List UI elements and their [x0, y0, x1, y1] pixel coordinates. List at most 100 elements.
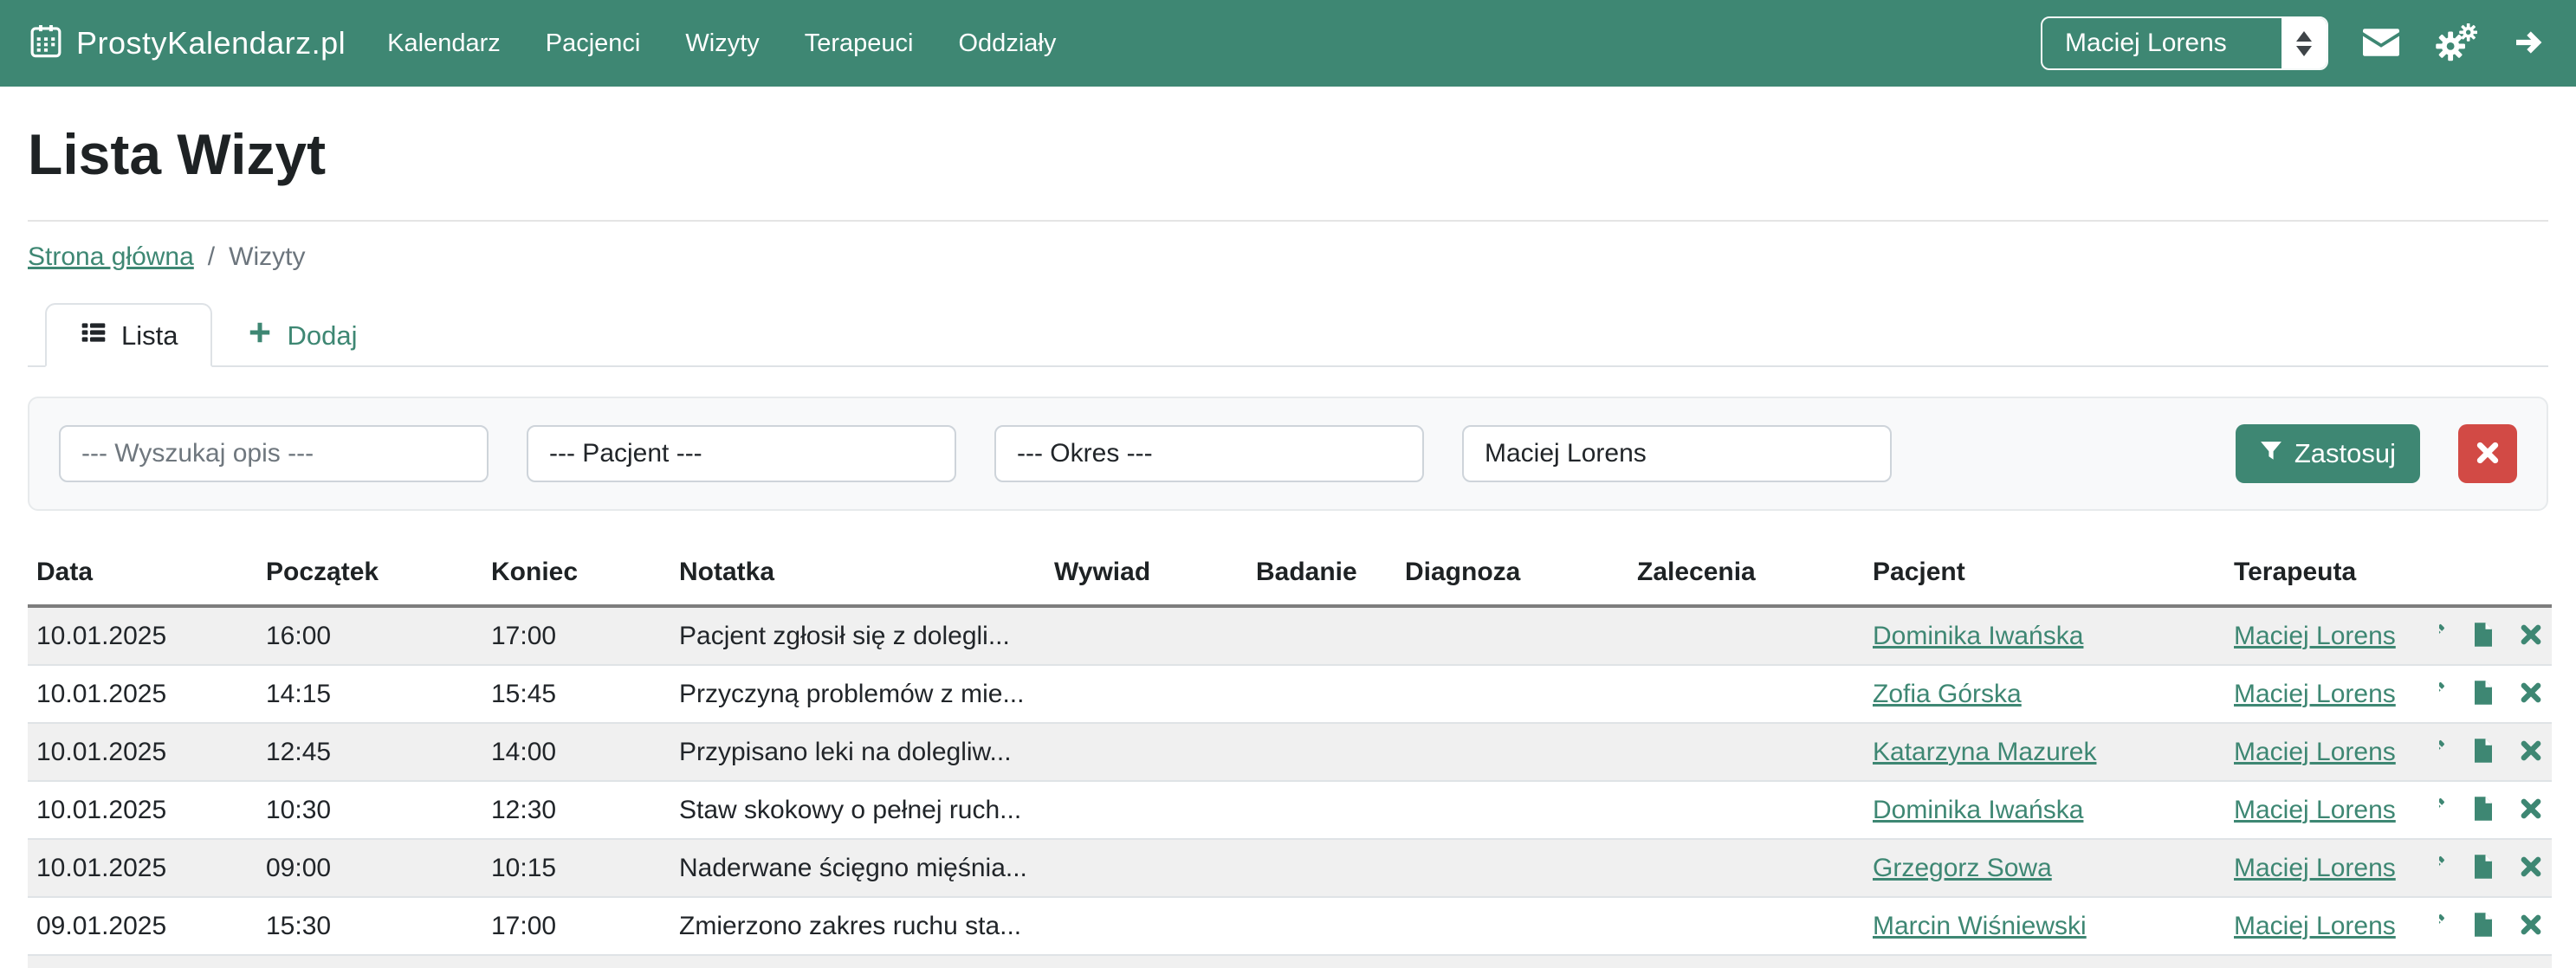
- nav-item-oddzialy[interactable]: Oddziały: [959, 29, 1057, 58]
- header-data: Data: [28, 549, 257, 606]
- cell-actions: [2439, 897, 2552, 955]
- patient-link[interactable]: Marcin Wiśniewski: [1873, 912, 2087, 940]
- patient-select[interactable]: --- Pacjent ---: [527, 425, 956, 482]
- document-button[interactable]: [2470, 679, 2496, 709]
- cell-koniec: 17:00: [482, 897, 670, 955]
- cell-badanie: [1247, 781, 1396, 839]
- edit-button[interactable]: [2439, 737, 2448, 767]
- cell-badanie: [1247, 723, 1396, 781]
- nav-item-kalendarz[interactable]: Kalendarz: [387, 29, 501, 58]
- edit-button[interactable]: [2439, 911, 2448, 941]
- user-select-value: Maciej Lorens: [2042, 18, 2282, 68]
- header-notatka: Notatka: [670, 549, 1045, 606]
- patient-link[interactable]: Katarzyna Mazurek: [1873, 738, 2096, 766]
- therapist-select[interactable]: Maciej Lorens: [1462, 425, 1892, 482]
- document-button[interactable]: [2470, 853, 2496, 883]
- tab-lista-label: Lista: [121, 320, 178, 352]
- x-icon: [2519, 681, 2543, 707]
- cell-badanie: [1247, 955, 1396, 968]
- apply-filters-button[interactable]: Zastosuj: [2236, 424, 2420, 483]
- cell-data: 10.01.2025: [28, 839, 257, 897]
- edit-button[interactable]: [2439, 621, 2448, 651]
- therapist-link[interactable]: Maciej Lorens: [2234, 738, 2396, 766]
- cell-terapeuta: Maciej Lorens: [2225, 955, 2439, 968]
- cell-zalecenia: [1628, 665, 1864, 723]
- delete-button[interactable]: [2519, 797, 2543, 823]
- visits-table: Data Początek Koniec Notatka Wywiad Bada…: [28, 549, 2552, 968]
- table-row: 09.01.202515:3017:00Zmierzono zakres ruc…: [28, 897, 2552, 955]
- main-nav: Kalendarz Pacjenci Wizyty Terapeuci Oddz…: [387, 29, 1056, 58]
- cell-actions: [2439, 781, 2552, 839]
- brand-name: ProstyKalendarz.pl: [76, 25, 346, 61]
- cell-poczatek: 12:45: [257, 723, 482, 781]
- top-navbar: ProstyKalendarz.pl Kalendarz Pacjenci Wi…: [0, 0, 2576, 87]
- delete-button[interactable]: [2519, 913, 2543, 939]
- document-button[interactable]: [2470, 911, 2496, 941]
- cell-koniec: 12:30: [482, 781, 670, 839]
- clear-filters-button[interactable]: [2458, 424, 2517, 483]
- cell-diagnoza: [1396, 897, 1628, 955]
- nav-item-pacjenci[interactable]: Pacjenci: [546, 29, 641, 58]
- delete-button[interactable]: [2519, 623, 2543, 649]
- x-icon: [2519, 855, 2543, 881]
- breadcrumb-home-link[interactable]: Strona główna: [28, 242, 194, 272]
- nav-item-terapeuci[interactable]: Terapeuci: [805, 29, 914, 58]
- cell-zalecenia: [1628, 839, 1864, 897]
- document-button[interactable]: [2470, 621, 2496, 651]
- document-icon: [2470, 737, 2496, 767]
- filter-bar: --- Pacjent --- --- Okres --- Maciej Lor…: [28, 397, 2548, 511]
- filter-funnel-icon: [2260, 438, 2282, 469]
- cell-data: 09.01.2025: [28, 897, 257, 955]
- delete-button[interactable]: [2519, 681, 2543, 707]
- document-icon: [2470, 679, 2496, 709]
- search-description-input[interactable]: [59, 425, 489, 482]
- therapist-link[interactable]: Maciej Lorens: [2234, 622, 2396, 650]
- settings-button[interactable]: [2434, 23, 2477, 64]
- cell-poczatek: 14:15: [257, 665, 482, 723]
- delete-button[interactable]: [2519, 855, 2543, 881]
- table-header: Data Początek Koniec Notatka Wywiad Bada…: [28, 549, 2552, 606]
- document-button[interactable]: [2470, 737, 2496, 767]
- cell-actions: [2439, 665, 2552, 723]
- edit-button[interactable]: [2439, 679, 2448, 709]
- edit-button[interactable]: [2439, 795, 2448, 825]
- cell-pacjent: Grzegorz Sowa: [1864, 839, 2225, 897]
- document-button[interactable]: [2470, 795, 2496, 825]
- patient-link[interactable]: Dominika Iwańska: [1873, 622, 2083, 650]
- delete-button[interactable]: [2519, 739, 2543, 765]
- user-select[interactable]: Maciej Lorens: [2041, 16, 2328, 70]
- cell-koniec: 15:15: [482, 955, 670, 968]
- therapist-link[interactable]: Maciej Lorens: [2234, 912, 2396, 940]
- pencil-icon: [2439, 795, 2448, 825]
- cell-zalecenia: [1628, 897, 1864, 955]
- patient-link[interactable]: Dominika Iwańska: [1873, 796, 2083, 824]
- therapist-link[interactable]: Maciej Lorens: [2234, 680, 2396, 708]
- breadcrumb-separator: /: [208, 242, 215, 272]
- period-select[interactable]: --- Okres ---: [994, 425, 1424, 482]
- therapist-link[interactable]: Maciej Lorens: [2234, 796, 2396, 824]
- navbar-right: Maciej Lorens: [2041, 16, 2547, 70]
- cell-badanie: [1247, 665, 1396, 723]
- pencil-icon: [2439, 911, 2448, 941]
- patient-link[interactable]: Zofia Górska: [1873, 680, 2022, 708]
- nav-item-wizyty[interactable]: Wizyty: [685, 29, 759, 58]
- calendar-icon: [29, 25, 62, 62]
- logout-button[interactable]: [2512, 27, 2547, 61]
- therapist-link[interactable]: Maciej Lorens: [2234, 854, 2396, 882]
- document-icon: [2470, 795, 2496, 825]
- table-row: 10.01.202509:0010:15Naderwane ścięgno mi…: [28, 839, 2552, 897]
- tab-dodaj[interactable]: Dodaj: [212, 303, 392, 367]
- cell-notatka: Staw skokowy o pełnej ruch...: [670, 781, 1045, 839]
- edit-button[interactable]: [2439, 853, 2448, 883]
- tab-lista[interactable]: Lista: [45, 303, 212, 367]
- header-actions: [2439, 549, 2552, 606]
- brand-link[interactable]: ProstyKalendarz.pl: [29, 25, 346, 62]
- x-icon: [2519, 913, 2543, 939]
- table-row: 10.01.202510:3012:30Staw skokowy o pełne…: [28, 781, 2552, 839]
- cell-wywiad: [1045, 839, 1247, 897]
- patient-link[interactable]: Grzegorz Sowa: [1873, 854, 2052, 882]
- cell-poczatek: 13:30: [257, 955, 482, 968]
- cell-poczatek: 15:30: [257, 897, 482, 955]
- breadcrumb: Strona główna / Wizyty: [28, 242, 2548, 272]
- messages-button[interactable]: [2363, 29, 2399, 59]
